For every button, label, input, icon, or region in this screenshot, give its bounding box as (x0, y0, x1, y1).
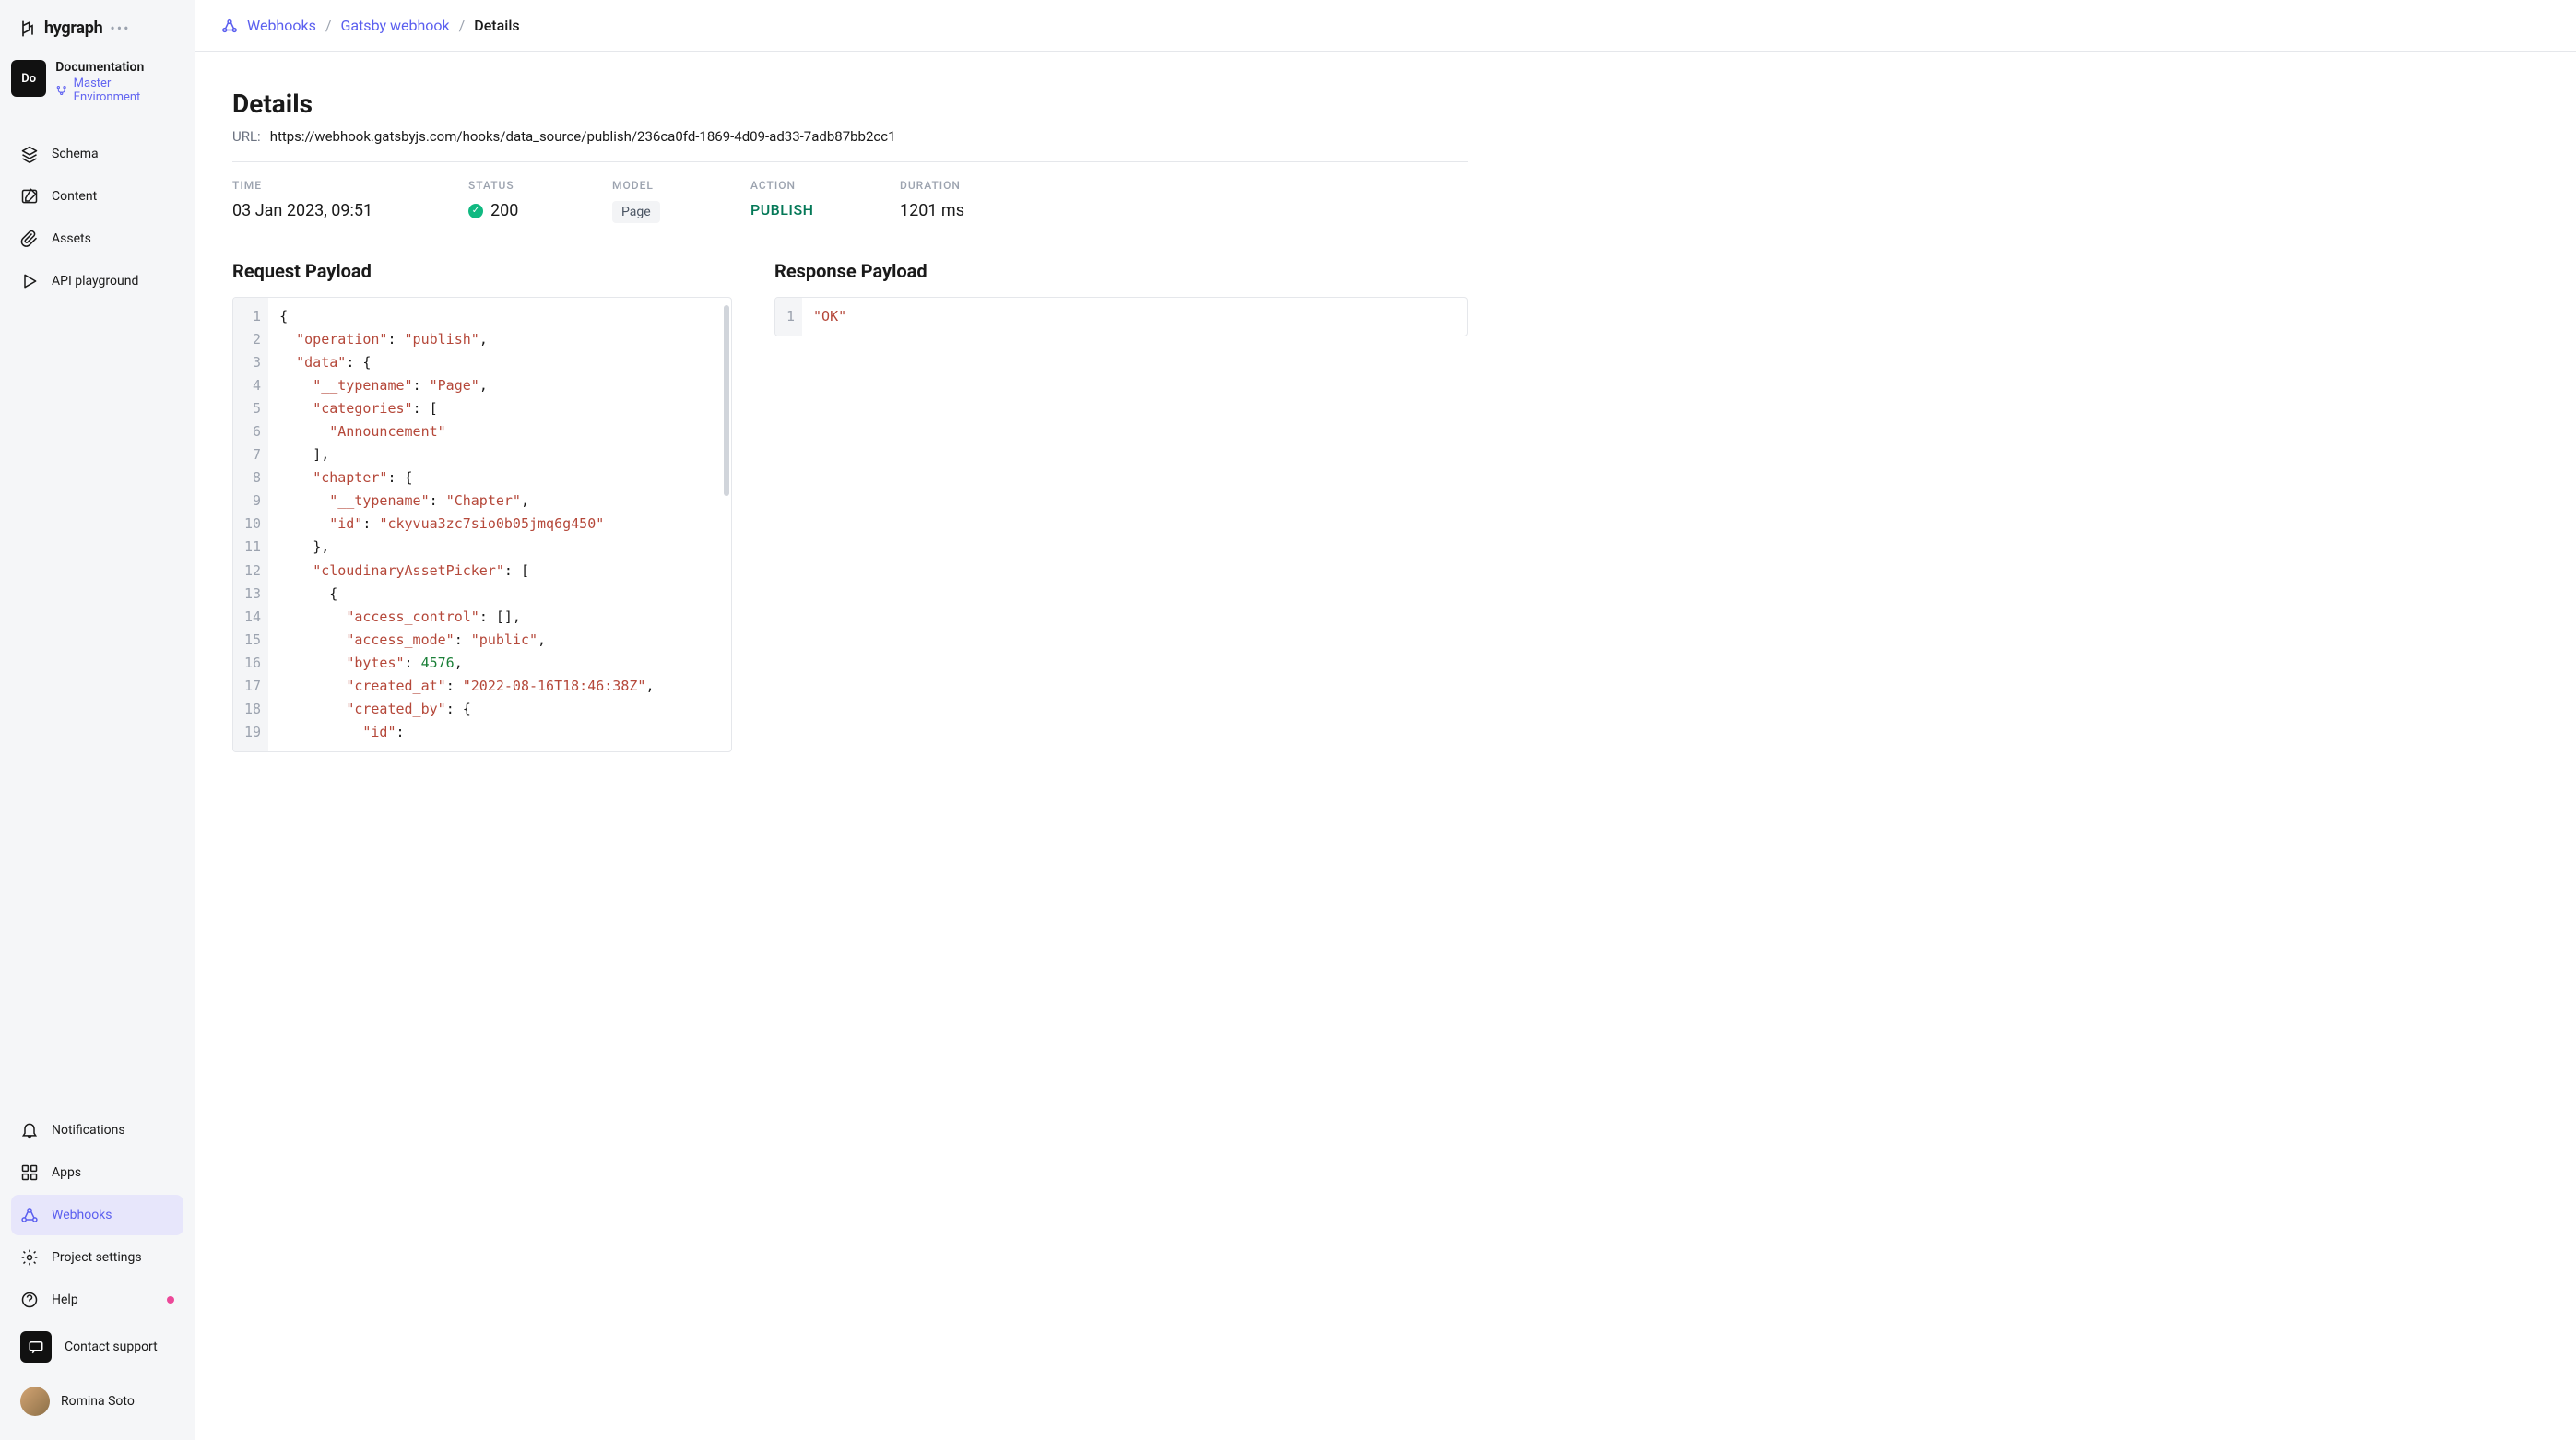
meta-model: Page (612, 201, 660, 223)
breadcrumb-root[interactable]: Webhooks (247, 17, 316, 34)
breadcrumb-separator: / (325, 17, 332, 34)
nav-label: Project settings (52, 1250, 142, 1265)
webhook-icon (20, 1206, 39, 1224)
edit-icon (20, 187, 39, 206)
sidebar-item-schema[interactable]: Schema (11, 134, 183, 174)
meta-label-time: TIME (232, 179, 468, 192)
nav-label: Content (52, 189, 97, 204)
sidebar-item-notifications[interactable]: Notifications (11, 1110, 183, 1151)
request-payload-title: Request Payload (232, 260, 732, 282)
notification-dot-icon (167, 1296, 174, 1304)
nav-label: Notifications (52, 1123, 125, 1138)
sidebar-item-help[interactable]: Help (11, 1280, 183, 1320)
sidebar-item-assets[interactable]: Assets (11, 218, 183, 259)
sidebar-item-playground[interactable]: API playground (11, 261, 183, 301)
meta-time: 03 Jan 2023, 09:51 (232, 201, 468, 220)
meta-duration: 1201 ms (900, 201, 1468, 220)
attachment-icon (20, 230, 39, 248)
meta-status: 200 (490, 201, 518, 220)
page-title: Details (232, 89, 1468, 119)
hygraph-logo-icon (18, 19, 37, 38)
breadcrumb-separator: / (459, 17, 466, 34)
help-icon (20, 1291, 39, 1309)
nav-label: Contact support (65, 1340, 158, 1354)
user-name: Romina Soto (61, 1394, 135, 1409)
avatar (20, 1387, 50, 1416)
sidebar-item-webhooks[interactable]: Webhooks (11, 1195, 183, 1235)
breadcrumb-parent[interactable]: Gatsby webhook (340, 17, 449, 34)
url-label: URL: (232, 128, 261, 145)
meta-label-model: MODEL (612, 179, 750, 192)
user-menu[interactable]: Romina Soto (11, 1377, 183, 1425)
nav-label: Schema (52, 147, 99, 161)
webhook-icon (221, 18, 238, 34)
meta-label-status: STATUS (468, 179, 612, 192)
gear-icon (20, 1248, 39, 1267)
logo-row[interactable]: hygraph ••• (11, 15, 183, 56)
project-name: Documentation (55, 60, 176, 75)
success-icon: ✓ (468, 204, 483, 218)
response-payload-code[interactable]: 1 "OK" (774, 297, 1468, 336)
meta-label-duration: DURATION (900, 179, 1468, 192)
layers-icon (20, 145, 39, 163)
brand-name: hygraph (44, 18, 102, 38)
meta-action: PUBLISH (750, 201, 900, 218)
play-icon (20, 272, 39, 290)
response-payload-title: Response Payload (774, 260, 1468, 282)
nav-label: Apps (52, 1165, 81, 1180)
nav-label: Webhooks (52, 1208, 112, 1222)
sidebar-item-content[interactable]: Content (11, 176, 183, 217)
project-badge: Do (11, 60, 46, 97)
sidebar-item-contact[interactable]: Contact support (11, 1322, 183, 1372)
nav-label: API playground (52, 274, 138, 289)
environment-label: Master Environment (74, 77, 176, 104)
sidebar-item-apps[interactable]: Apps (11, 1152, 183, 1193)
breadcrumb-current: Details (474, 17, 519, 34)
more-icon[interactable]: ••• (110, 19, 130, 37)
sidebar-item-settings[interactable]: Project settings (11, 1237, 183, 1278)
main: Webhooks / Gatsby webhook / Details Deta… (195, 0, 2576, 1440)
bell-icon (20, 1121, 39, 1139)
url-value: https://webhook.gatsbyjs.com/hooks/data_… (270, 128, 896, 145)
project-selector[interactable]: Do Documentation Master Environment (11, 56, 183, 123)
request-payload-code[interactable]: 1 2 3 4 5 6 7 8 9 10 11 12 13 14 15 16 1… (232, 297, 732, 752)
grid-icon (20, 1163, 39, 1182)
branch-icon (55, 84, 67, 97)
breadcrumb: Webhooks / Gatsby webhook / Details (195, 0, 2576, 52)
meta-row: TIME 03 Jan 2023, 09:51 STATUS ✓ 200 MOD… (232, 161, 1468, 223)
chat-icon (20, 1331, 52, 1363)
nav-label: Help (52, 1292, 78, 1307)
sidebar: hygraph ••• Do Documentation Master Envi… (0, 0, 195, 1440)
nav-label: Assets (52, 231, 91, 246)
meta-label-action: ACTION (750, 179, 900, 192)
